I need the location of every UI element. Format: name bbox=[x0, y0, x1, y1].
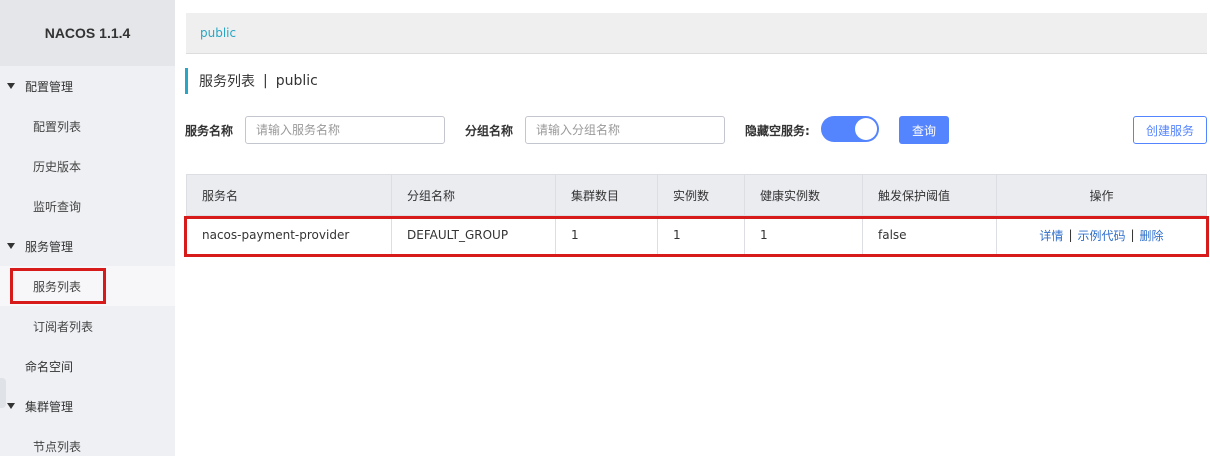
header-operations: 操作 bbox=[1089, 188, 1114, 203]
page-title-namespace: public bbox=[275, 73, 318, 89]
header-protect-threshold: 触发保护阈值 bbox=[863, 175, 997, 215]
sidebar-item-subscriber-list[interactable]: 订阅者列表 bbox=[0, 306, 175, 346]
caret-down-icon bbox=[7, 403, 15, 409]
table-header: 服务名 分组名称 集群数目 实例数 健康实例数 触发保护阈值 操作 bbox=[186, 174, 1207, 216]
toggle-knob bbox=[855, 118, 877, 140]
breadcrumb: public bbox=[186, 13, 1207, 54]
nav-group-label: 服务管理 bbox=[25, 239, 74, 254]
service-name-label: 服务名称 bbox=[185, 123, 234, 138]
nav-group-label: 集群管理 bbox=[25, 399, 74, 414]
nav-group-service[interactable]: 服务管理 bbox=[0, 226, 175, 266]
caret-down-icon bbox=[7, 243, 15, 249]
page-title: 服务列表 | public bbox=[185, 68, 318, 94]
group-name-input[interactable] bbox=[525, 116, 725, 144]
hide-empty-label: 隐藏空服务: bbox=[745, 123, 810, 138]
service-name-input[interactable] bbox=[245, 116, 445, 144]
nav-group-config[interactable]: 配置管理 bbox=[0, 66, 175, 106]
group-name-label: 分组名称 bbox=[465, 123, 514, 138]
nav-group-cluster[interactable]: 集群管理 bbox=[0, 386, 175, 426]
highlight-box-row bbox=[184, 216, 1209, 257]
brand-logo: NACOS 1.1.4 bbox=[0, 0, 175, 66]
header-group-name: 分组名称 bbox=[392, 175, 556, 215]
page-title-separator: | bbox=[263, 73, 268, 89]
header-healthy-count: 健康实例数 bbox=[745, 175, 863, 215]
sidebar-item-namespace[interactable]: 命名空间 bbox=[0, 346, 175, 386]
create-service-button[interactable]: 创建服务 bbox=[1133, 116, 1207, 144]
highlight-box-sidebar bbox=[10, 268, 106, 304]
nav-group-label: 配置管理 bbox=[25, 79, 74, 94]
header-cluster-count: 集群数目 bbox=[556, 175, 658, 215]
sidebar: NACOS 1.1.4 配置管理 配置列表 历史版本 监听查询 服务管理 服务列… bbox=[0, 0, 175, 456]
caret-down-icon bbox=[7, 83, 15, 89]
sidebar-item-listen-query[interactable]: 监听查询 bbox=[0, 186, 175, 226]
sidebar-item-history[interactable]: 历史版本 bbox=[0, 146, 175, 186]
header-instance-count: 实例数 bbox=[658, 175, 745, 215]
hide-empty-toggle[interactable] bbox=[821, 116, 879, 142]
sidebar-item-config-list[interactable]: 配置列表 bbox=[0, 106, 175, 146]
query-button[interactable]: 查询 bbox=[899, 116, 949, 144]
sidebar-item-node-list[interactable]: 节点列表 bbox=[0, 426, 175, 456]
page-title-text: 服务列表 bbox=[199, 74, 255, 90]
breadcrumb-namespace-link[interactable]: public bbox=[200, 26, 236, 40]
header-service-name: 服务名 bbox=[187, 175, 392, 215]
sidebar-collapse-handle[interactable] bbox=[0, 378, 6, 408]
